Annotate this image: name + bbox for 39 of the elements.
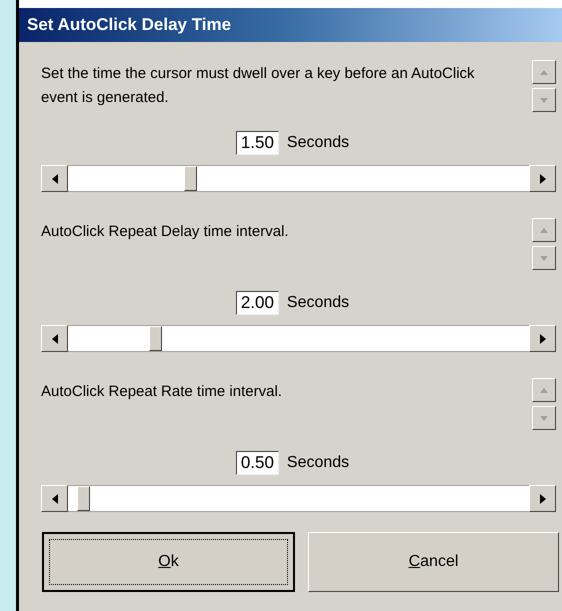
value-field[interactable]: 1.50	[236, 131, 279, 155]
spin-up-button[interactable]	[532, 218, 556, 242]
scroll-left-button[interactable]	[41, 165, 68, 192]
scroll-right-button[interactable]	[529, 325, 556, 352]
unit-label: Seconds	[286, 133, 350, 153]
value-field[interactable]: 2.00	[236, 291, 279, 315]
left-arrow-icon	[52, 174, 58, 184]
up-arrow-icon	[540, 388, 548, 392]
spin-up-button[interactable]	[532, 60, 556, 84]
left-arrow-icon	[52, 334, 58, 344]
down-arrow-icon	[540, 256, 548, 260]
right-arrow-icon	[540, 174, 546, 184]
up-arrow-icon	[540, 70, 548, 74]
ok-button[interactable]: Ok	[42, 532, 295, 592]
spin-up-button[interactable]	[532, 378, 556, 402]
down-arrow-icon	[540, 416, 548, 420]
spin-down-button[interactable]	[532, 246, 556, 270]
right-arrow-icon	[540, 494, 546, 504]
slider-thumb[interactable]	[76, 486, 90, 511]
unit-label: Seconds	[286, 453, 350, 473]
scroll-right-button[interactable]	[529, 485, 556, 512]
right-arrow-icon	[540, 334, 546, 344]
scroll-left-button[interactable]	[41, 485, 68, 512]
cancel-button[interactable]: Cancel	[308, 532, 559, 592]
left-arrow-icon	[52, 494, 58, 504]
window-title: Set AutoClick Delay Time	[19, 8, 562, 42]
down-arrow-icon	[540, 98, 548, 102]
spin-down-button[interactable]	[532, 406, 556, 430]
scroll-right-button[interactable]	[529, 165, 556, 192]
description-text: AutoClick Repeat Rate time interval.	[41, 382, 283, 402]
slider-thumb[interactable]	[148, 326, 162, 351]
slider-thumb[interactable]	[184, 166, 198, 191]
description-text: AutoClick Repeat Delay time interval.	[41, 222, 290, 242]
unit-label: Seconds	[286, 293, 350, 313]
spin-down-button[interactable]	[532, 88, 556, 112]
up-arrow-icon	[540, 228, 548, 232]
scroll-left-button[interactable]	[41, 325, 68, 352]
value-field[interactable]: 0.50	[236, 451, 279, 475]
description-text: Set the time the cursor must dwell over a key before an AutoClick event is generated.	[41, 64, 476, 108]
